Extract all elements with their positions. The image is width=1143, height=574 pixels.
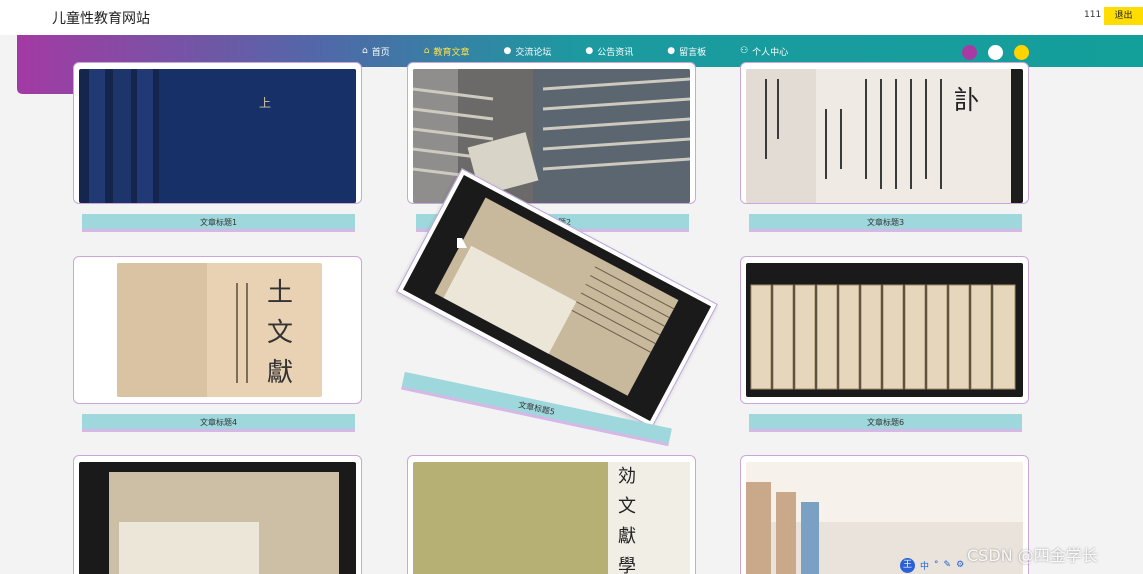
article-card[interactable] [407,62,696,204]
svg-text:獻: 獻 [267,358,293,388]
article-image-literature-cover: 効 文 獻 學 [413,462,690,574]
nav-item-education-articles[interactable]: ⌂ 教育文章 [424,45,470,58]
svg-text:効: 効 [618,466,636,487]
nav-item-label: 交流论坛 [515,47,552,58]
theme-white-dot[interactable] [988,45,1003,60]
house-icon: ⌂ [423,45,430,56]
nav-item-home[interactable]: ⌂ 首页 [362,45,390,58]
nav-item-forum[interactable]: ● 交流论坛 [503,45,551,58]
article-title[interactable]: 文章标题4 [82,414,355,432]
toolbar-item[interactable]: ° [934,560,939,570]
floating-toolbar: 王 中 ° ✎ ⚙ [900,557,964,573]
dot-icon: ● [585,45,594,56]
svg-text:學: 學 [618,556,636,574]
watermark-text: CSDN @四金学长 [967,546,1098,565]
nav-item-label: 教育文章 [433,47,470,58]
toolbar-item[interactable]: ✎ [944,560,952,570]
article-image-blue-book: 上 [79,69,356,203]
top-header: 儿童性教育网站 111 退出 [0,0,1143,35]
home-icon: ⌂ [362,45,368,56]
svg-text:獻: 獻 [618,526,636,547]
article-title[interactable]: 文章标题3 [749,214,1022,232]
user-icon: ⚇ [740,45,749,56]
dot-icon: ● [503,45,512,56]
article-card[interactable]: 効 文 獻 學 [407,455,696,574]
svg-text:文: 文 [618,496,636,517]
theme-purple-dot[interactable] [962,45,977,60]
article-card[interactable] [740,256,1029,404]
svg-text:訃: 訃 [954,86,980,116]
article-image-ancient-text: 訃 [746,69,1023,203]
article-card[interactable]: 訃 [740,62,1029,204]
nav-item-label: 公告资讯 [597,47,634,58]
article-image-open-book-2 [79,462,356,574]
svg-text:文: 文 [267,318,293,348]
theme-yellow-dot[interactable] [1014,45,1029,60]
nav-item-label: 首页 [371,47,390,58]
username-label: 111 [1084,10,1102,20]
site-title: 儿童性教育网站 [52,11,150,27]
svg-text:土: 土 [267,278,293,308]
nav-item-profile[interactable]: ⚇ 个人中心 [740,45,788,58]
nav-item-announcements[interactable]: ● 公告资讯 [585,45,633,58]
svg-text:上: 上 [259,96,271,110]
logout-button[interactable]: 退出 [1104,7,1143,25]
nav-item-message-board[interactable]: ● 留言板 [667,45,706,58]
nav-item-label: 留言板 [679,47,707,58]
article-card[interactable]: 土 文 獻 [73,256,362,404]
article-card[interactable] [73,455,362,574]
toolbar-item[interactable]: ⚙ [956,560,964,570]
article-card[interactable]: 上 [73,62,362,204]
article-image-ancient-doc: 土 文 獻 [117,263,322,397]
nav-item-label: 个人中心 [752,47,789,58]
toolbar-item[interactable]: 中 [920,559,929,572]
mouse-cursor [457,238,467,248]
article-title[interactable]: 文章标题1 [82,214,355,232]
article-image-row-books [746,263,1023,397]
dot-icon: ● [667,45,676,56]
input-method-icon[interactable]: 王 [900,557,915,573]
article-title[interactable]: 文章标题6 [749,414,1022,432]
